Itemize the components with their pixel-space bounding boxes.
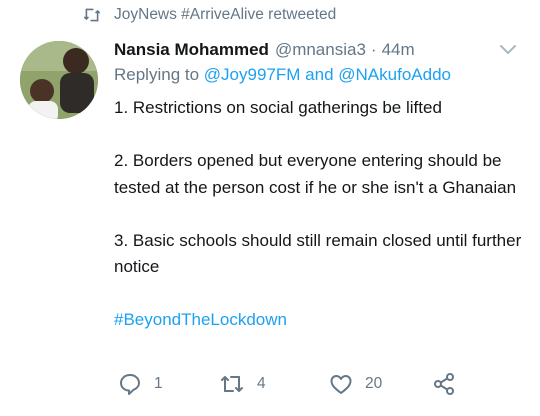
heart-icon [329,373,353,395]
reply-icon [118,373,142,395]
retweet-action-icon [219,373,245,395]
author-handle[interactable]: @mnansia3 [275,40,366,60]
like-count: 20 [365,375,383,392]
tweet-line-3: 3. Basic schools should still remain clo… [114,230,522,277]
mention-joy997fm[interactable]: @Joy997FM [204,65,301,84]
separator-dot: · [370,40,377,59]
retweet-count: 4 [257,375,266,392]
tweet-line-2: 2. Borders opened but everyone entering … [114,151,517,197]
tweet-body: 1. Restrictions on social gatherings be … [114,95,524,334]
reply-button[interactable]: 1 [118,370,163,398]
reply-count: 1 [154,375,163,392]
replying-prefix: Replying to [114,65,200,84]
tweet-timestamp[interactable]: 44m [382,40,415,60]
mention-connector: and [305,65,334,84]
tweet-actions: 1 4 20 [114,370,524,398]
chevron-down-icon[interactable] [498,41,518,57]
tweet-header: Nansia Mohammed @mnansia3 · 44m [114,39,522,61]
replying-to: Replying to @Joy997FM and @NAkufoAddo [114,65,451,85]
retweet-context[interactable]: JoyNews #ArriveAlive retweeted [82,4,336,26]
author-name[interactable]: Nansia Mohammed [114,40,269,60]
mention-nakufoaddo[interactable]: @NAkufoAddo [338,65,451,84]
share-button[interactable] [432,370,456,398]
hashtag-link[interactable]: #BeyondTheLockdown [114,307,524,334]
like-button[interactable]: 20 [329,370,382,398]
retweet-icon [82,6,104,24]
retweet-button[interactable]: 4 [219,370,266,398]
share-icon [432,372,456,396]
avatar[interactable] [20,41,98,119]
retweet-context-text: JoyNews #ArriveAlive retweeted [114,6,337,23]
tweet-line-1: 1. Restrictions on social gatherings be … [114,98,442,117]
